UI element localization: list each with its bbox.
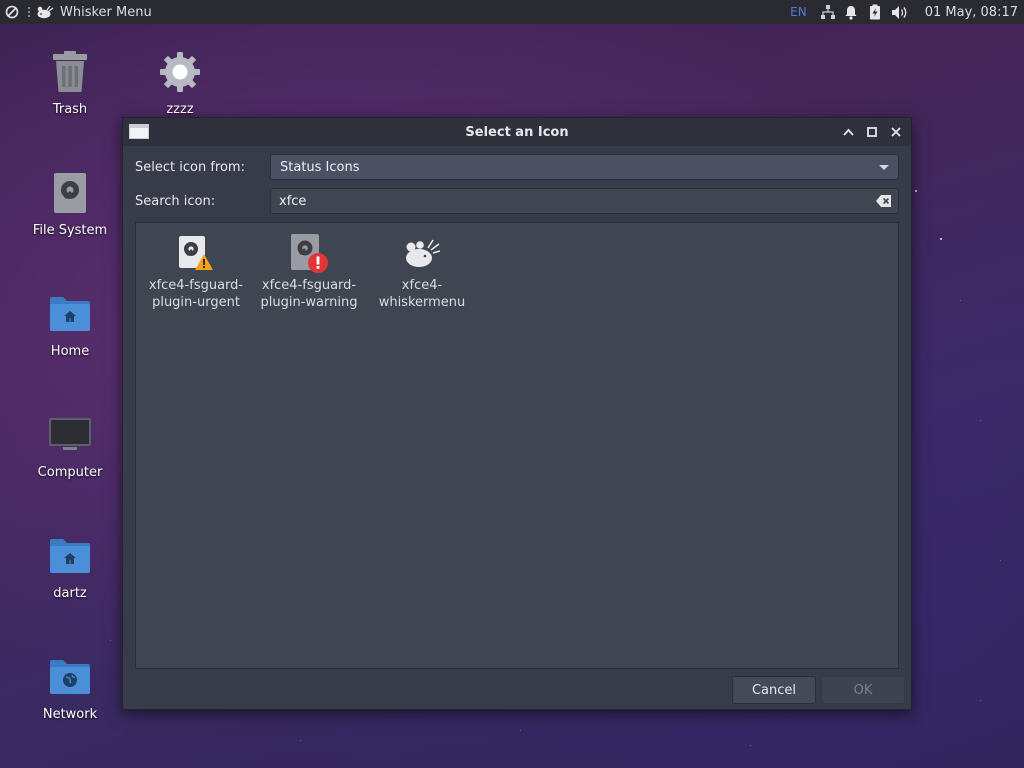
window-icon[interactable]	[129, 124, 149, 139]
star	[980, 420, 981, 421]
select-from-row: Select icon from: Status Icons	[135, 154, 899, 180]
star	[940, 238, 942, 240]
search-input[interactable]: xfce	[270, 188, 899, 214]
desktop-icon-label: Computer	[37, 465, 103, 480]
select-from-label: Select icon from:	[135, 159, 245, 175]
star	[915, 190, 917, 192]
drive-icon	[46, 169, 94, 217]
cancel-button[interactable]: Cancel	[732, 676, 816, 704]
network-icon[interactable]	[817, 0, 839, 24]
action-menu-icon[interactable]	[0, 0, 24, 24]
panel-clock[interactable]: 01 May, 08:17	[925, 5, 1018, 20]
desktop-icon-label: File System	[32, 223, 108, 238]
star	[960, 300, 961, 301]
dialog-titlebar[interactable]: Select an Icon	[123, 118, 911, 146]
search-label: Search icon:	[135, 193, 216, 209]
close-icon	[891, 127, 901, 137]
xfce-mouse-icon	[402, 233, 442, 273]
star	[110, 640, 111, 641]
desktop-icon-network[interactable]: Network	[22, 653, 118, 722]
desktop-icon-label: dartz	[53, 586, 87, 601]
whisker-menu-button[interactable]	[34, 0, 56, 24]
volume-icon[interactable]	[887, 0, 913, 24]
keyboard-layout-indicator[interactable]: EN	[790, 5, 807, 19]
star	[300, 740, 301, 741]
desktop-icon-label: Trash	[52, 102, 88, 117]
desktop-icon-trash[interactable]: Trash	[22, 48, 118, 117]
icon-result-label: xfce4-fsguard-plugin-warning	[260, 278, 358, 310]
dialog-title: Select an Icon	[465, 124, 569, 140]
drive-error-icon	[289, 233, 329, 273]
drive-warning-icon	[176, 233, 216, 273]
icon-context-value: Status Icons	[280, 159, 360, 175]
close-button[interactable]	[887, 122, 905, 142]
icon-result-fsguard-warning[interactable]: xfce4-fsguard-plugin-warning	[253, 233, 365, 311]
icon-result-fsguard-urgent[interactable]: xfce4-fsguard-plugin-urgent	[140, 233, 252, 311]
desktop-icon-label: zzzz	[166, 102, 194, 117]
search-input-value: xfce	[279, 193, 307, 209]
gear-icon	[156, 48, 204, 96]
battery-icon[interactable]	[863, 0, 887, 24]
ok-button[interactable]: OK	[821, 676, 905, 704]
home-folder-icon	[46, 532, 94, 580]
select-icon-dialog: Select an Icon Select icon from: Status	[122, 117, 912, 710]
desktop-icon-dartz[interactable]: dartz	[22, 532, 118, 601]
trash-icon	[46, 48, 94, 96]
icon-results-view[interactable]: xfce4-fsguard-plugin-urgent xfce4-fsguar…	[135, 222, 899, 669]
star	[980, 700, 981, 701]
search-row: Search icon: xfce	[135, 188, 899, 214]
icon-result-label: xfce4- whiskermenu	[378, 278, 466, 310]
chevron-down-icon	[879, 165, 889, 170]
icon-result-whiskermenu[interactable]: xfce4- whiskermenu	[366, 233, 478, 311]
chevron-up-icon	[842, 128, 854, 136]
desktop-icon-zzzz[interactable]: zzzz	[132, 48, 228, 117]
maximize-button[interactable]	[863, 122, 881, 142]
network-folder-icon	[46, 653, 94, 701]
desktop-icon-computer[interactable]: Computer	[22, 411, 118, 480]
monitor-icon	[46, 411, 94, 459]
notification-bell-icon[interactable]	[839, 0, 863, 24]
star	[520, 730, 521, 731]
maximize-icon	[867, 127, 877, 137]
panel-separator	[26, 0, 32, 24]
desktop-icon-label: Network	[42, 707, 98, 722]
star	[1000, 560, 1001, 561]
icon-context-select[interactable]: Status Icons	[270, 154, 899, 180]
top-panel: Whisker Menu EN 01 May, 08:17	[0, 0, 1024, 24]
desktop-icon-home[interactable]: Home	[22, 290, 118, 359]
home-folder-icon	[46, 290, 94, 338]
desktop-icon-file-system[interactable]: File System	[22, 169, 118, 238]
shade-button[interactable]	[839, 122, 857, 142]
desktop-icon-label: Home	[50, 344, 90, 359]
app-menu-label[interactable]: Whisker Menu	[60, 5, 152, 20]
clear-search-icon[interactable]	[876, 195, 892, 207]
xfce-mouse-icon	[36, 5, 54, 19]
icon-result-label: xfce4-fsguard-plugin-urgent	[148, 278, 244, 310]
star	[750, 745, 751, 746]
